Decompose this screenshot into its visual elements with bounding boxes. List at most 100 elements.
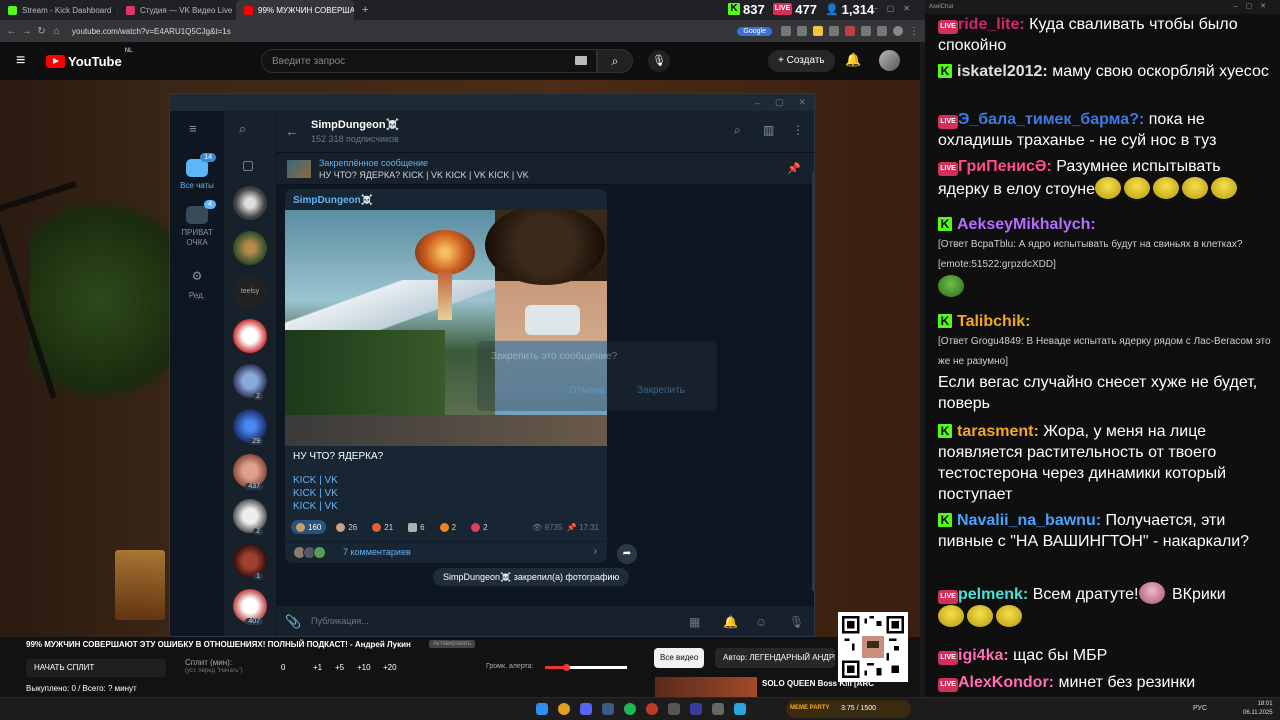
keyboard-icon[interactable] bbox=[575, 56, 587, 65]
channel-title[interactable]: SimpDungeon☠️ bbox=[311, 118, 399, 131]
start-split-button[interactable]: НАЧАТЬ СПЛИТ bbox=[26, 659, 166, 677]
new-tab-button[interactable]: + bbox=[362, 4, 368, 16]
all-videos-chip[interactable]: Все видео bbox=[654, 648, 705, 668]
create-button[interactable]: + Создать bbox=[768, 50, 835, 72]
reload-icon[interactable]: ↻ bbox=[34, 26, 49, 37]
tab-vk-studio[interactable]: Студия — VK Видео Live ✕ bbox=[118, 0, 236, 20]
extension-icon[interactable] bbox=[797, 26, 807, 36]
extension-icon[interactable] bbox=[829, 26, 839, 36]
menu-icon[interactable]: ≡ bbox=[189, 121, 197, 136]
emoji-icon[interactable]: ☺ bbox=[755, 615, 767, 629]
hamburger-menu-icon[interactable]: ≡ bbox=[16, 52, 30, 70]
language-indicator[interactable]: РУС bbox=[1193, 705, 1207, 712]
author-chip[interactable]: Автор: ЛЕГЕНДАРНЫЙ АНДРЕЙ bbox=[715, 648, 835, 668]
chat-avatar[interactable]: 2 bbox=[233, 364, 267, 400]
app-icon[interactable] bbox=[712, 703, 724, 715]
youtube-logo[interactable]: YouTube NL bbox=[46, 48, 133, 69]
post-link[interactable]: KICK | VK bbox=[293, 475, 338, 486]
url-field[interactable]: youtube.com/watch?v=E4ARU1Q5CJg&t=1s bbox=[72, 27, 737, 36]
sidebar-toggle-icon[interactable]: ▥ bbox=[763, 123, 774, 137]
pinned-message-bar[interactable]: Закреплённое сообщение НУ ЧТО? ЯДЕРКА? K… bbox=[277, 153, 814, 185]
post-link[interactable]: KICK | VK bbox=[293, 501, 338, 512]
more-options-icon[interactable]: ⋮ bbox=[792, 123, 804, 137]
volume-knob[interactable] bbox=[562, 664, 570, 671]
spotify-icon[interactable] bbox=[624, 703, 636, 715]
voice-search-button[interactable]: 🎙 bbox=[648, 50, 670, 72]
discord-icon[interactable] bbox=[580, 703, 592, 715]
search-icon[interactable]: ⌕ bbox=[239, 121, 246, 137]
chat-avatar[interactable] bbox=[233, 319, 267, 353]
account-avatar[interactable] bbox=[879, 50, 900, 71]
schedule-icon[interactable]: ▦ bbox=[689, 615, 700, 629]
back-arrow-icon[interactable]: ← bbox=[285, 123, 299, 139]
search-icon[interactable]: ⌕ bbox=[734, 123, 741, 138]
folder-edit[interactable]: ⚙ Ред. bbox=[170, 269, 224, 300]
silent-bell-icon[interactable]: 🔔 bbox=[723, 615, 738, 629]
app-icon[interactable] bbox=[690, 703, 702, 715]
home-icon[interactable]: ⌂ bbox=[49, 26, 64, 37]
tab-youtube-video[interactable]: 99% МУЖЧИН СОВЕРШАЮТ ✕ bbox=[236, 0, 354, 20]
chat-avatar[interactable]: teelsy bbox=[233, 275, 267, 309]
chat-avatar[interactable] bbox=[233, 231, 267, 265]
reaction-chip[interactable]: 6 bbox=[403, 520, 429, 534]
increment-button[interactable]: +1 bbox=[313, 663, 322, 672]
obs-icon[interactable] bbox=[646, 703, 658, 715]
extension-icon[interactable] bbox=[845, 26, 855, 36]
forward-icon[interactable]: → bbox=[19, 26, 34, 37]
recommended-thumbnail[interactable] bbox=[655, 677, 757, 697]
back-icon[interactable]: ← bbox=[4, 26, 19, 37]
microphone-icon[interactable]: 🎙 bbox=[789, 615, 804, 629]
window-controls[interactable]: –▢✕ bbox=[873, 4, 919, 13]
activate-button[interactable]: Активировать bbox=[429, 640, 476, 648]
increment-button[interactable]: +5 bbox=[335, 663, 344, 672]
reaction-chip[interactable]: 21 bbox=[367, 520, 398, 534]
share-button[interactable]: ➦ bbox=[617, 544, 637, 564]
extension-icon[interactable] bbox=[861, 26, 871, 36]
telegram-icon[interactable] bbox=[734, 703, 746, 715]
chat-avatar[interactable] bbox=[233, 186, 267, 220]
attach-icon[interactable]: 📎 bbox=[285, 614, 301, 630]
profile-icon[interactable] bbox=[893, 26, 903, 36]
reaction-chip[interactable]: 160 bbox=[291, 520, 327, 534]
google-lens-chip[interactable]: Google bbox=[737, 26, 772, 36]
archive-icon[interactable] bbox=[243, 161, 253, 171]
tab-kick-dashboard[interactable]: Stream - Kick Dashboard ✕ bbox=[0, 0, 118, 20]
search-button[interactable]: ⌕ bbox=[597, 49, 633, 73]
folder-all-chats[interactable]: 14 Все чаты bbox=[170, 153, 224, 190]
notifications-bell-icon[interactable]: 🔔 bbox=[845, 52, 861, 68]
search-input[interactable]: Введите запрос bbox=[261, 49, 597, 73]
bookmark-star-icon[interactable] bbox=[813, 26, 823, 36]
browser-menu-icon[interactable]: ⋮ bbox=[909, 26, 919, 37]
steam-icon[interactable] bbox=[602, 703, 614, 715]
start-menu-icon[interactable] bbox=[536, 703, 548, 715]
close-icon[interactable]: ✕ bbox=[798, 97, 806, 108]
chat-avatar[interactable]: 2 bbox=[233, 499, 267, 535]
chat-avatar[interactable]: 407 bbox=[233, 589, 267, 625]
reaction-chip[interactable]: 2 bbox=[466, 520, 492, 534]
reaction-chip[interactable]: 26 bbox=[331, 520, 362, 534]
message-input[interactable]: Публикация... bbox=[311, 616, 369, 626]
split-counter-value[interactable]: 0 bbox=[281, 663, 285, 672]
chat-avatar[interactable]: 29 bbox=[233, 409, 267, 445]
cancel-button[interactable]: Отмена bbox=[569, 385, 605, 396]
pin-button[interactable]: Закрепить bbox=[637, 385, 685, 396]
increment-button[interactable]: +10 bbox=[357, 663, 371, 672]
alert-volume-slider[interactable] bbox=[545, 664, 627, 671]
chrome-icon[interactable] bbox=[558, 703, 570, 715]
minimize-icon[interactable]: – bbox=[755, 98, 760, 108]
maximize-icon[interactable]: ▢ bbox=[775, 97, 784, 108]
clock[interactable]: 18:01 06.11.2025 bbox=[1243, 700, 1273, 718]
download-icon[interactable] bbox=[877, 26, 887, 36]
increment-button[interactable]: +20 bbox=[383, 663, 397, 672]
chat-avatar[interactable]: 1 bbox=[233, 544, 267, 580]
chat-scrollbar[interactable] bbox=[812, 171, 814, 591]
extension-icon[interactable] bbox=[781, 26, 791, 36]
post-link[interactable]: KICK | VK bbox=[293, 488, 338, 499]
taskbar-widget[interactable]: MEME PARTY 3:75 / 1500 bbox=[786, 700, 911, 718]
folder-private[interactable]: 4 ПРИВАТ ОЧКА bbox=[170, 200, 224, 248]
pinned-list-icon[interactable]: 📌 bbox=[787, 162, 801, 175]
app-icon[interactable] bbox=[668, 703, 680, 715]
comments-button[interactable]: 7 комментариев › bbox=[285, 541, 607, 563]
window-controls[interactable]: –▢✕ bbox=[1234, 2, 1274, 10]
chat-avatar[interactable]: 437 bbox=[233, 454, 267, 490]
